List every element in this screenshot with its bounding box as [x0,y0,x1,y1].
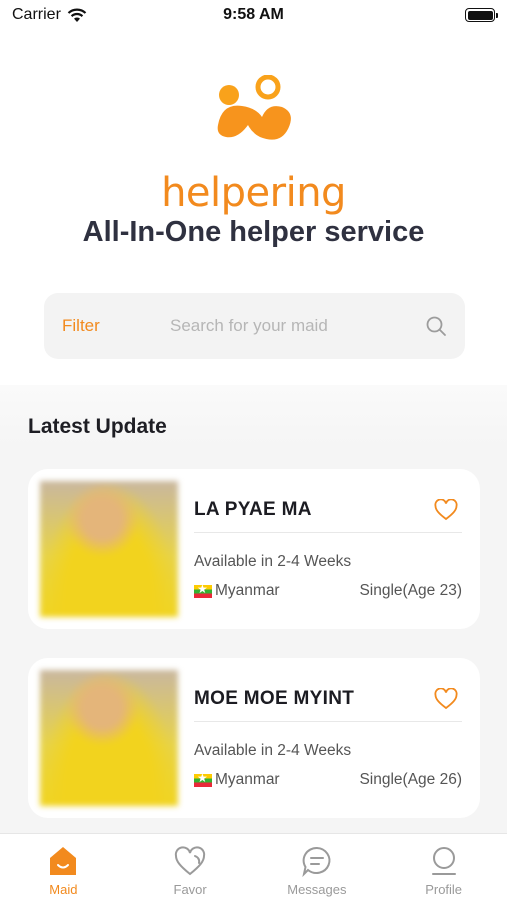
tab-messages[interactable]: Messages [254,834,381,900]
maid-status: Single(Age 23) [359,582,462,599]
tab-favor[interactable]: Favor [127,834,254,900]
heart-icon [174,846,206,876]
status-left: Carrier [12,6,87,24]
tagline: All-In-One helper service [82,216,425,248]
tab-maid[interactable]: Maid [0,834,127,900]
tab-label: Favor [173,882,207,897]
chat-icon [302,846,331,878]
carrier-label: Carrier [12,6,61,23]
maid-status: Single(Age 26) [359,771,462,788]
maid-name: LA PYAE MA [194,499,312,520]
filter-button[interactable]: Filter [62,316,170,336]
latest-update-section: Latest Update LA PYAE MA Available in 2-… [0,385,507,835]
country-label: Myanmar [215,771,280,788]
maid-card[interactable]: LA PYAE MA Available in 2-4 Weeks Myanma… [28,469,480,629]
wifi-icon [67,8,87,22]
home-icon [50,847,77,875]
search-icon[interactable] [425,315,447,337]
maid-country: Myanmar [194,771,280,789]
maid-name: MOE MOE MYINT [194,688,355,709]
maid-card[interactable]: MOE MOE MYINT Available in 2-4 Weeks Mya… [28,658,480,818]
status-time: 9:58 AM [223,6,284,23]
maid-photo [40,481,178,617]
country-label: Myanmar [215,582,280,599]
maid-photo [40,670,178,806]
maid-country: Myanmar [194,582,280,600]
tab-label: Maid [49,882,78,897]
status-bar: Carrier 9:58 AM [0,0,507,30]
battery-icon [465,8,498,22]
brand-name: helpering [161,170,346,216]
search-input[interactable] [170,316,417,336]
maid-availability: Available in 2-4 Weeks [194,553,352,570]
tab-bar: Maid Favor Messages Profile [0,833,507,900]
favorite-heart-icon[interactable] [434,688,458,710]
card-divider [194,532,462,533]
favorite-heart-icon[interactable] [434,499,458,521]
tab-label: Profile [425,882,463,897]
section-title: Latest Update [28,415,167,438]
search-bar: Filter [44,293,465,359]
hero: helpering All-In-One helper service Filt… [0,30,507,385]
profile-icon [431,847,456,875]
maid-availability: Available in 2-4 Weeks [194,742,352,759]
myanmar-flag-icon [194,771,212,787]
tab-label: Messages [287,882,347,897]
tab-profile[interactable]: Profile [380,834,507,900]
myanmar-flag-icon [194,582,212,598]
card-divider [194,721,462,722]
helpering-logo-icon [217,75,291,140]
